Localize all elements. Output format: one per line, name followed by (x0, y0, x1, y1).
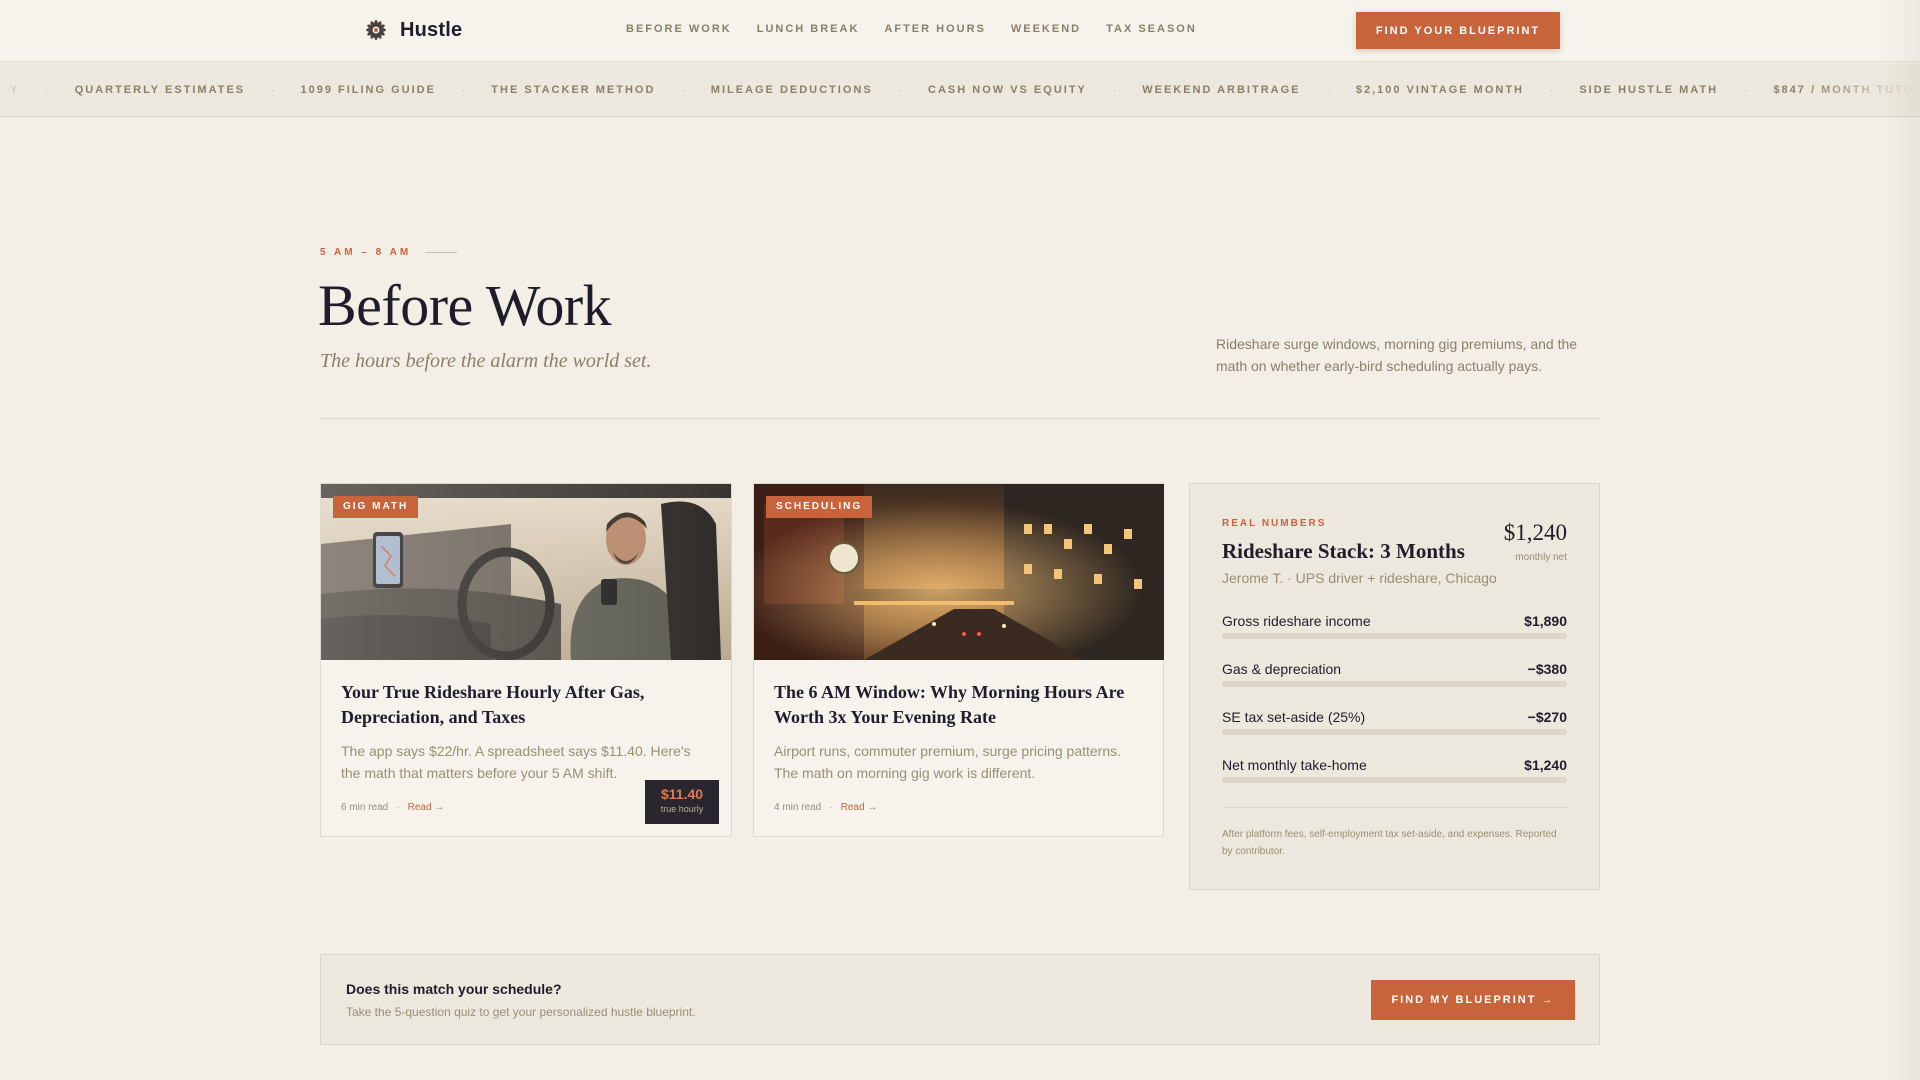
meta-separator: · (396, 802, 400, 813)
asterisk-flower-icon (362, 16, 390, 44)
category-tag: GIG MATH (333, 496, 419, 518)
true-hourly-badge: $11.40 true hourly (645, 780, 719, 824)
monthly-net-amount: $1,240 (1503, 520, 1567, 545)
breakdown-row: SE tax set-aside (25%) −$270 (1222, 709, 1567, 741)
row-value: $1,240 (1524, 757, 1567, 773)
article-meta: 4 min read · Read → (774, 802, 877, 813)
site-header: Hustle BEFORE WORK LUNCH BREAK AFTER HOU… (0, 0, 1920, 62)
contributor-line: Jerome T. · UPS driver + rideshare, Chic… (1222, 570, 1497, 586)
row-bar (1222, 777, 1567, 783)
panel-footnote: After platform fees, self-employment tax… (1222, 829, 1557, 857)
nav-item-weekend[interactable]: WEEKEND (1011, 23, 1081, 35)
row-bar (1222, 729, 1567, 735)
banner-subtitle: Take the 5-question quiz to get your per… (346, 1005, 696, 1019)
nav-item-before-work[interactable]: BEFORE WORK (626, 23, 732, 35)
panel-eyebrow: REAL NUMBERS (1222, 518, 1327, 529)
article-excerpt: The app says $22/hr. A spreadsheet says … (341, 743, 691, 781)
panel-title: Rideshare Stack: 3 Months (1222, 539, 1465, 563)
ticker-item[interactable]: 1099 FILING GUIDE (274, 84, 461, 96)
nav-item-tax-season[interactable]: TAX SEASON (1106, 23, 1197, 35)
ticker-track: Y · QUARTERLY ESTIMATES · 1099 FILING GU… (10, 63, 1920, 116)
article-card-6am-window[interactable]: SCHEDULING The 6 AM Window: Why Morning … (753, 483, 1164, 837)
main-nav: BEFORE WORK LUNCH BREAK AFTER HOURS WEEK… (626, 23, 1197, 35)
row-value: $1,890 (1524, 613, 1567, 629)
article-meta: 6 min read · Read → (341, 802, 444, 813)
section-description: Rideshare surge windows, morning gig pre… (1216, 336, 1578, 374)
hero-eyebrow: 5 AM – 8 AM (320, 247, 458, 258)
nav-item-lunch-break[interactable]: LUNCH BREAK (757, 23, 860, 35)
article-title[interactable]: The 6 AM Window: Why Morning Hours Are W… (774, 680, 1144, 730)
read-time: 4 min read (774, 802, 822, 813)
page-title: Before Work (318, 273, 612, 338)
brand[interactable]: Hustle (362, 14, 462, 46)
ticker-item[interactable]: MILEAGE DEDUCTIONS (685, 84, 899, 96)
section-divider (320, 418, 1600, 419)
brand-name: Hustle (400, 18, 463, 41)
ticker-item[interactable]: THE STACKER METHOD (465, 84, 681, 96)
nav-item-after-hours[interactable]: AFTER HOURS (884, 23, 985, 35)
ticker-item[interactable]: CASH NOW VS EQUITY (902, 84, 1113, 96)
find-your-blueprint-button[interactable]: FIND YOUR BLUEPRINT (1356, 12, 1560, 49)
article-excerpt: Airport runs, commuter premium, surge pr… (774, 743, 1122, 781)
quiz-cta-banner: Does this match your schedule? Take the … (320, 954, 1600, 1045)
ticker-item[interactable]: SIDE HUSTLE MATH (1553, 84, 1744, 96)
row-bar (1222, 633, 1567, 639)
breakdown-row: Net monthly take-home $1,240 (1222, 757, 1567, 789)
read-time: 6 min read (341, 802, 389, 813)
meta-separator: · (829, 802, 833, 813)
row-label: Gas & depreciation (1222, 661, 1342, 677)
page-subtitle: The hours before the alarm the world set… (320, 350, 652, 372)
ticker-item[interactable]: WEEKEND ARBITRAGE (1116, 84, 1326, 96)
row-value: −$380 (1527, 661, 1567, 677)
read-link[interactable]: Read → (841, 802, 878, 813)
article-card-rideshare-hourly[interactable]: GIG MATH $11.40 true hourly Your True Ri… (320, 483, 732, 837)
eyebrow-divider (425, 252, 458, 253)
real-numbers-panel: REAL NUMBERS Rideshare Stack: 3 Months J… (1189, 483, 1600, 890)
topic-ticker: Y · QUARTERLY ESTIMATES · 1099 FILING GU… (0, 63, 1920, 117)
banner-title: Does this match your schedule? (346, 981, 562, 997)
row-label: Gross rideshare income (1222, 613, 1371, 629)
row-bar (1222, 681, 1567, 687)
row-label: Net monthly take-home (1222, 757, 1367, 773)
breakdown-row: Gross rideshare income $1,890 (1222, 613, 1567, 645)
row-label: SE tax set-aside (25%) (1222, 709, 1366, 725)
time-range-label: 5 AM – 8 AM (320, 247, 412, 258)
read-link[interactable]: Read → (408, 802, 445, 813)
panel-divider (1222, 807, 1567, 808)
ticker-item[interactable]: QUARTERLY ESTIMATES (49, 84, 271, 96)
true-hourly-value: $11.40 (660, 786, 704, 802)
ticker-item[interactable]: $2,100 VINTAGE MONTH (1330, 84, 1550, 96)
monthly-net-label: monthly net (1515, 552, 1567, 563)
category-tag: SCHEDULING (766, 496, 873, 518)
ticker-fade-left (0, 63, 60, 116)
row-value: −$270 (1527, 709, 1567, 725)
find-my-blueprint-button[interactable]: FIND MY BLUEPRINT → (1371, 980, 1575, 1020)
breakdown-row: Gas & depreciation −$380 (1222, 661, 1567, 693)
article-title[interactable]: Your True Rideshare Hourly After Gas, De… (341, 680, 711, 730)
page-edge-shadow (1880, 0, 1920, 1080)
true-hourly-label: true hourly (660, 804, 704, 814)
